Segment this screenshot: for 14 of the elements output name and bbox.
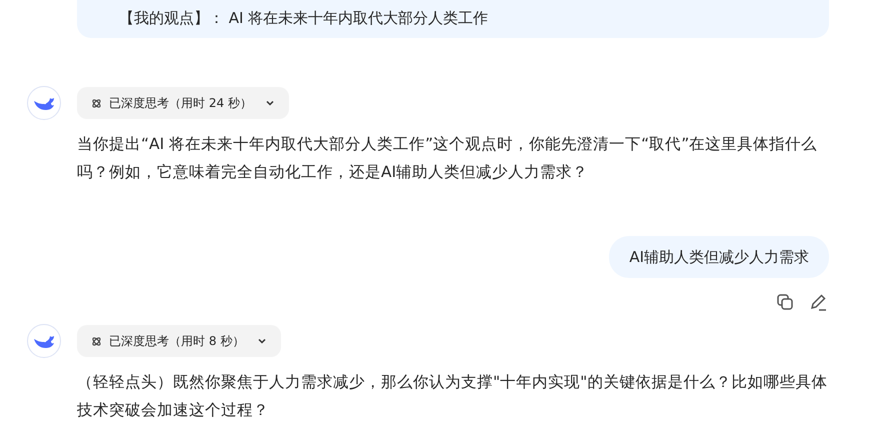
atom-icon <box>91 336 102 346</box>
edit-icon[interactable] <box>809 293 827 311</box>
thinking-toggle[interactable]: 已深度思考（用时 24 秒） <box>77 87 289 119</box>
whale-avatar-icon <box>27 324 61 358</box>
user-message: 【我的观点】： AI 将在未来十年内取代大部分人类工作 <box>77 0 829 38</box>
caret-icon <box>264 98 275 108</box>
user-message: AI辅助人类但减少人力需求 <box>609 236 829 278</box>
thinking-toggle[interactable]: 已深度思考（用时 8 秒） <box>77 325 282 357</box>
assistant-message: （轻轻点头）既然你聚焦于人力需求减少，那么你认为支撑"十年内实现"的关键依据是什么？比如哪些具体技术突破会加速这个过程？ <box>77 372 828 421</box>
caret-icon <box>257 336 268 346</box>
assistant-message: 当你提出“AI 将在未来十年内取代大部分人类工作”这个观点时，你能先澄清一下“取代”在这里具体指什么吗？例如，它意味着完全自动化工作，还是AI辅助人类但减少人力需求？ <box>77 134 818 183</box>
whale-avatar-icon <box>27 86 61 120</box>
copy-icon[interactable] <box>776 293 794 311</box>
atom-icon <box>91 98 102 108</box>
